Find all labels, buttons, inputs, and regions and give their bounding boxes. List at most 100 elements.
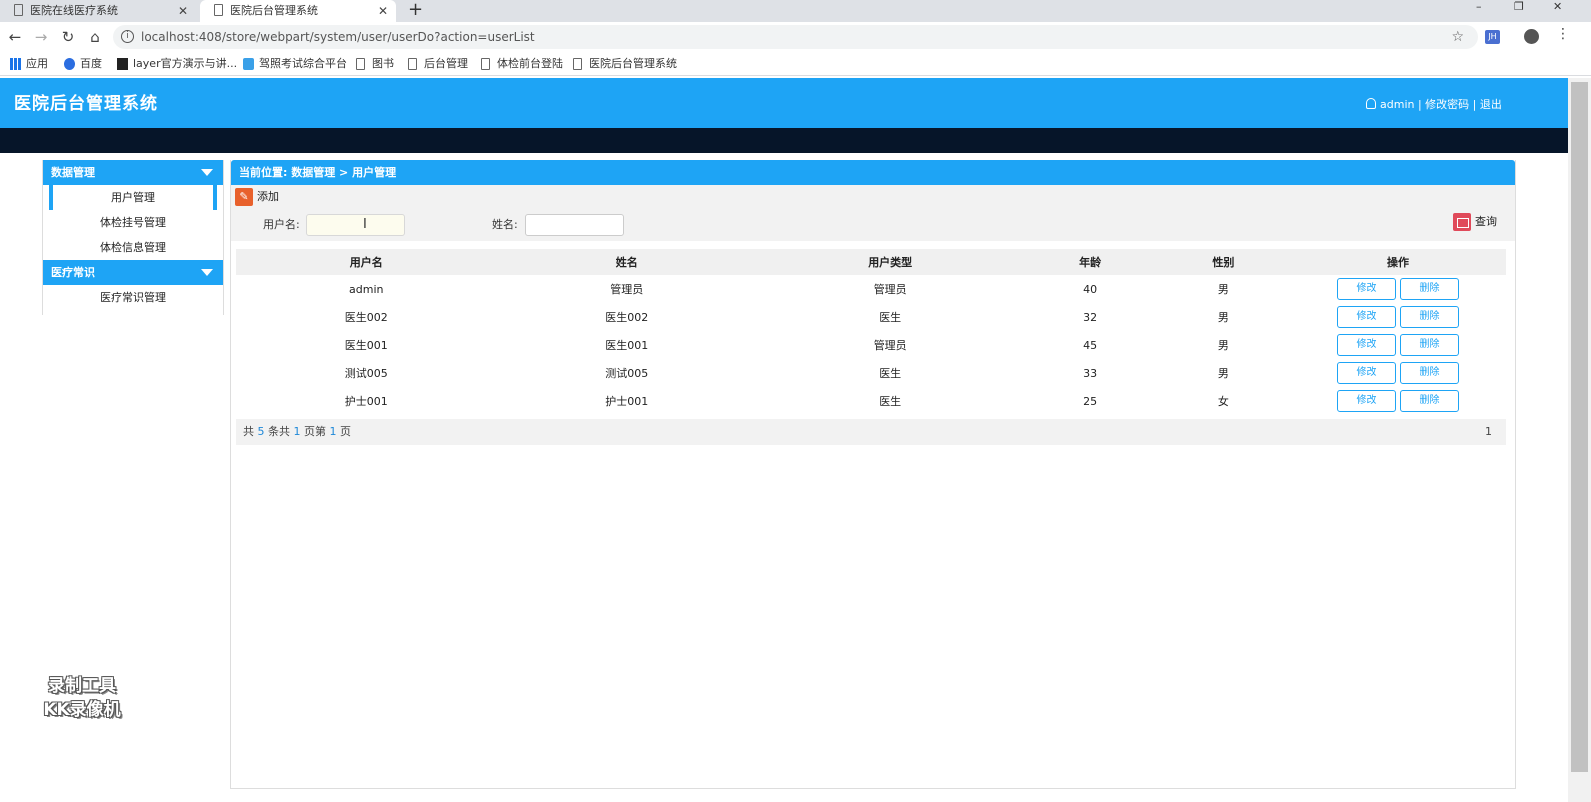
cell-gender: 男	[1217, 339, 1229, 352]
user-bar: admin | 修改密码 | 退出	[1366, 78, 1502, 132]
page-icon	[481, 58, 490, 70]
close-icon[interactable]: ✕	[378, 0, 388, 22]
cell-username: 医生001	[344, 339, 388, 352]
smart-icon	[243, 58, 254, 70]
cell-user-type: 管理员	[873, 339, 907, 352]
scrollbar[interactable]	[1568, 78, 1591, 802]
bookmark-label: 图书	[372, 57, 394, 70]
url-text[interactable]: localhost:408/store/webpart/system/user/…	[141, 25, 535, 49]
bookmark-apps[interactable]: 应用	[10, 52, 48, 76]
sidebar-item-medical-knowledge[interactable]: 医疗常识管理	[43, 285, 223, 310]
cell-actions: 修改 删除	[1290, 359, 1506, 387]
delete-button[interactable]: 删除	[1400, 306, 1459, 328]
sidebar-group-medical[interactable]: 医疗常识	[43, 260, 223, 285]
table-row: 测试005 测试005 医生 33 男 修改 删除	[236, 359, 1506, 387]
page-link[interactable]: 1	[1485, 419, 1492, 445]
delete-button[interactable]: 删除	[1400, 334, 1459, 356]
browser-tab-2[interactable]: 医院后台管理系统 ✕	[200, 0, 396, 22]
cell-age: 25	[1083, 394, 1098, 408]
column-header: 用户类型	[756, 249, 1024, 275]
info-icon[interactable]: i	[121, 30, 134, 43]
sidebar-group-data[interactable]: 数据管理	[43, 160, 223, 185]
table-row: 医生002 医生002 医生 32 男 修改 删除	[236, 303, 1506, 331]
restore-button[interactable]: ❐	[1514, 0, 1524, 14]
pager-pages: 1	[293, 425, 301, 438]
column-header: 操作	[1290, 249, 1506, 275]
query-button[interactable]: 查询	[1453, 213, 1497, 231]
column-header: 姓名	[496, 249, 757, 275]
user-icon	[1366, 98, 1376, 109]
bookmark-checkup-login[interactable]: 体检前台登陆	[481, 52, 563, 76]
table-header-row: 用户名 姓名 用户类型 年龄 性别 操作	[236, 249, 1506, 275]
edit-button[interactable]: 修改	[1337, 334, 1396, 356]
cell-username: 护士001	[344, 395, 388, 408]
table-row: 护士001 护士001 医生 25 女 修改 删除	[236, 387, 1506, 415]
watermark-line: KK录像机	[43, 700, 121, 720]
close-icon[interactable]: ✕	[178, 0, 188, 22]
caret-down-icon	[201, 269, 213, 276]
page-icon	[356, 58, 365, 70]
sidebar-item-users[interactable]: 用户管理	[49, 185, 217, 210]
bookmark-books[interactable]: 图书	[356, 52, 394, 76]
bookmark-driving[interactable]: 驾照考试综合平台	[243, 52, 347, 76]
cell-actions: 修改 删除	[1290, 331, 1506, 359]
bookmark-admin[interactable]: 后台管理	[408, 52, 468, 76]
reload-icon[interactable]: ↻	[59, 27, 77, 47]
breadcrumb: 当前位置: 数据管理 > 用户管理	[231, 160, 1515, 185]
name-input[interactable]	[525, 214, 624, 236]
separator: |	[1469, 98, 1480, 111]
cell-user-type: 医生	[879, 367, 902, 380]
edit-button[interactable]: 修改	[1337, 362, 1396, 384]
add-label: 添加	[257, 190, 279, 203]
logout-link[interactable]: 退出	[1480, 98, 1502, 111]
cell-age: 32	[1083, 310, 1098, 324]
sidebar-group-title: 医疗常识	[51, 266, 95, 279]
scrollbar-thumb[interactable]	[1571, 82, 1588, 772]
delete-button[interactable]: 删除	[1400, 390, 1459, 412]
pager-text: 页第	[304, 425, 326, 438]
bookmark-star-icon[interactable]: ☆	[1451, 25, 1464, 49]
extension-icon[interactable]: JH	[1485, 30, 1500, 44]
bookmark-baidu[interactable]: 百度	[64, 52, 102, 76]
bookmark-hospital-admin[interactable]: 医院后台管理系统	[573, 52, 677, 76]
cell-username: admin	[349, 282, 384, 296]
home-icon[interactable]: ⌂	[86, 27, 104, 47]
separator: |	[1414, 98, 1426, 111]
profile-avatar-icon[interactable]	[1524, 29, 1539, 44]
edit-button[interactable]: 修改	[1337, 306, 1396, 328]
bookmark-label: 驾照考试综合平台	[259, 57, 347, 70]
text-cursor-icon: I	[363, 217, 367, 232]
cell-actions: 修改 删除	[1290, 387, 1506, 415]
search-icon	[1453, 213, 1471, 231]
edit-button[interactable]: 修改	[1337, 390, 1396, 412]
address-bar[interactable]: i localhost:408/store/webpart/system/use…	[113, 25, 1478, 49]
minimize-button[interactable]: –	[1476, 0, 1482, 14]
username-link[interactable]: admin	[1380, 98, 1414, 111]
delete-button[interactable]: 删除	[1400, 278, 1459, 300]
query-label: 查询	[1475, 215, 1497, 228]
cell-username: 测试005	[344, 367, 388, 380]
new-tab-button[interactable]: +	[408, 0, 423, 20]
delete-button[interactable]: 删除	[1400, 362, 1459, 384]
cell-gender: 女	[1217, 395, 1229, 408]
cell-user-type: 医生	[879, 311, 902, 324]
bookmark-layer[interactable]: layer官方演示与讲...	[117, 52, 237, 76]
cell-age: 45	[1083, 338, 1098, 352]
back-arrow-icon[interactable]: ←	[6, 27, 24, 47]
edit-button[interactable]: 修改	[1337, 278, 1396, 300]
user-table: 用户名 姓名 用户类型 年龄 性别 操作 admin 管理员 管理员 40 男 …	[236, 249, 1506, 415]
sidebar-item-checkup-info[interactable]: 体检信息管理	[43, 235, 223, 260]
bookmark-label: 后台管理	[424, 57, 468, 70]
browser-tab-1[interactable]: 医院在线医疗系统 ✕	[0, 0, 196, 22]
browser-menu-icon[interactable]: ⋮	[1556, 26, 1570, 42]
window-close-button[interactable]: ✕	[1553, 0, 1562, 14]
forward-arrow-icon[interactable]: →	[32, 27, 50, 47]
sidebar-item-registration[interactable]: 体检挂号管理	[43, 210, 223, 235]
pencil-icon: ✎	[235, 188, 253, 206]
bookmark-label: 医院后台管理系统	[589, 57, 677, 70]
username-input[interactable]	[306, 214, 405, 236]
cell-gender: 男	[1217, 283, 1229, 296]
add-button[interactable]: ✎ 添加	[235, 188, 279, 206]
change-password-link[interactable]: 修改密码	[1425, 98, 1469, 111]
cell-name: 医生001	[605, 339, 649, 352]
